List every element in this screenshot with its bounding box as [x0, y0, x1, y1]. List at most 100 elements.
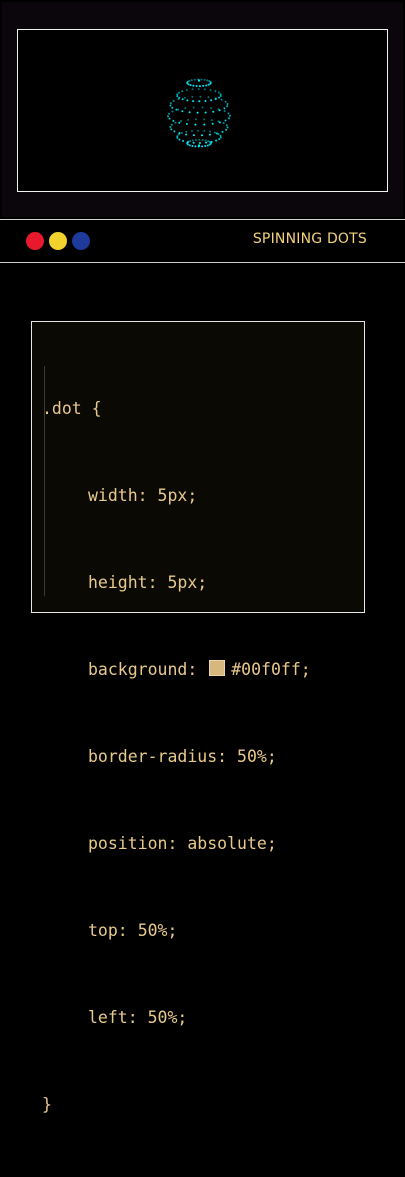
sphere-dot [170, 123, 173, 126]
sphere-dot [178, 121, 181, 124]
sphere-dot [198, 144, 200, 147]
sphere-dot [177, 98, 180, 101]
sphere-dot [176, 135, 179, 138]
sphere-dot [174, 121, 177, 124]
sphere-dot [202, 84, 205, 87]
sphere-dot [199, 95, 202, 98]
sphere-dot [194, 123, 197, 126]
sphere-dot [180, 120, 183, 123]
sphere-dot [226, 102, 229, 105]
sphere-dot [215, 139, 218, 142]
sphere-dot [187, 118, 190, 121]
sphere-dot [210, 107, 213, 110]
sphere-dot [203, 118, 206, 121]
yellow-window-button[interactable] [49, 232, 67, 250]
sphere-dot [185, 122, 188, 125]
sphere-dot [203, 123, 206, 126]
code-line: border-radius: 50%; [88, 747, 277, 766]
sphere-dot [192, 141, 195, 144]
sphere-dot [178, 138, 181, 141]
sphere-dot [223, 107, 226, 110]
title-bar: SPINNING DOTS [0, 220, 405, 262]
sphere-dot [203, 88, 206, 91]
sphere-dot [201, 139, 204, 142]
blue-window-button[interactable] [72, 232, 90, 250]
sphere-dot [189, 84, 192, 87]
code-line: width: 5px; [88, 486, 198, 505]
sphere-dot [169, 125, 172, 128]
sphere-dot [201, 145, 204, 148]
sphere-dot [176, 95, 179, 98]
sphere-dot [209, 88, 212, 91]
sphere-dot [188, 79, 191, 82]
sphere-dot [203, 129, 206, 132]
sphere-dot [218, 138, 221, 141]
sphere-dot [195, 85, 198, 88]
sphere-dot [226, 126, 229, 129]
sphere-dot [227, 117, 230, 120]
sphere-dot [222, 122, 225, 125]
code-line: left: 50%; [88, 1008, 188, 1027]
sphere-dot [184, 107, 187, 110]
sphere-dot [204, 139, 207, 142]
sphere-dot [211, 122, 214, 125]
sphere-dot [198, 85, 201, 88]
sphere-dot [217, 133, 220, 136]
sphere-dot [177, 133, 180, 136]
sphere-dot [226, 105, 229, 108]
sphere-dot [189, 139, 192, 142]
sphere-dot [193, 78, 196, 81]
preview-panel [2, 2, 403, 217]
sphere-dot [191, 95, 194, 98]
sphere-dot [224, 100, 227, 103]
sphere-dot [204, 111, 207, 114]
sphere-dot [168, 112, 171, 115]
sphere-dot [217, 91, 220, 94]
sphere-dot [204, 100, 207, 103]
sphere-dot [181, 110, 184, 113]
sphere-dot [190, 130, 193, 133]
sphere-dot [171, 110, 174, 113]
sphere-dot [225, 124, 228, 127]
sphere-dot [197, 129, 200, 132]
sphere-dot [197, 88, 200, 91]
sphere-dot [201, 106, 204, 109]
sphere-dot [207, 96, 210, 99]
sphere-dot [176, 93, 179, 96]
sphere-dot [204, 145, 207, 148]
sphere-dot [185, 133, 188, 136]
sphere-dot [181, 98, 184, 101]
sphere-dot [217, 108, 220, 111]
sphere-dot [219, 134, 222, 137]
sphere-dot [177, 91, 180, 94]
sphere-dot [198, 138, 201, 141]
color-swatch-icon[interactable] [209, 660, 226, 676]
sphere-dot [219, 136, 222, 139]
sphere-dot [186, 99, 189, 102]
code-closing-brace: } [42, 1095, 52, 1114]
sphere-dot [171, 106, 174, 109]
sphere-dot [170, 128, 173, 131]
sphere-dot [172, 119, 175, 122]
sphere-dot [209, 82, 212, 85]
red-window-button[interactable] [26, 232, 44, 250]
sphere-dot [194, 145, 197, 148]
sphere-dot [200, 78, 203, 81]
sphere-dot [210, 99, 213, 102]
sphere-dot [214, 97, 217, 100]
divider-bottom [0, 262, 405, 263]
sphere-dot [206, 79, 209, 82]
sphere-dot [188, 144, 191, 147]
sphere-dot [207, 140, 210, 143]
sphere-dot [205, 141, 208, 144]
sphere-dot [209, 130, 212, 133]
sphere-dot [172, 100, 175, 103]
sphere-dot [194, 118, 197, 121]
sphere-dot [220, 98, 223, 101]
sphere-dot [210, 119, 213, 122]
sphere-dot [188, 111, 191, 114]
sphere-dot [194, 139, 197, 141]
sphere-dot [221, 130, 224, 133]
sphere-dot [191, 88, 194, 91]
code-line: position: absolute; [88, 834, 277, 853]
